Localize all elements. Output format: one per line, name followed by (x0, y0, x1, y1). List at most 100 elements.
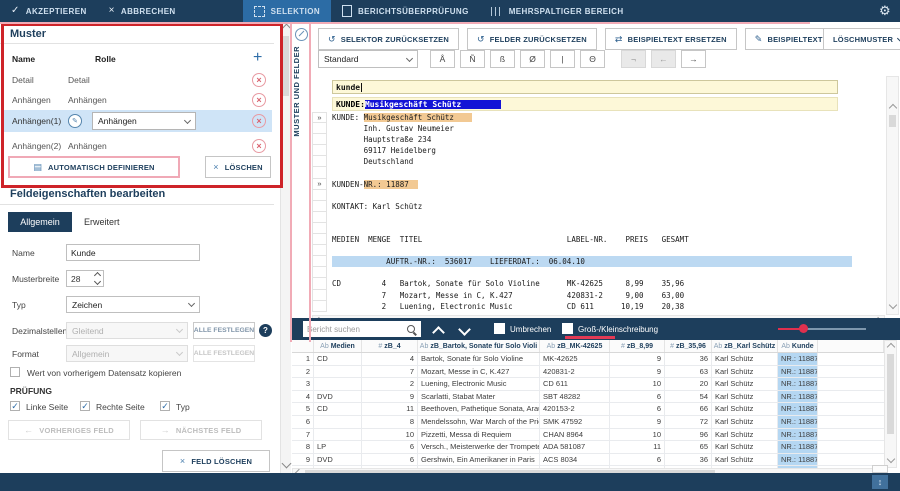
gutter-cell[interactable]: » (312, 179, 327, 190)
tab-allgemein[interactable]: Allgemein (8, 212, 72, 232)
table-cell-titel[interactable]: Gershwin, Ein Amerikaner in Paris (418, 454, 540, 466)
table-cell-titel[interactable]: Beethoven, Pathetique Sonata, Arau (418, 403, 540, 415)
table-cell-kunde[interactable]: NR.: 11887 (778, 454, 818, 466)
zoom-slider-handle[interactable] (799, 324, 808, 333)
table-cell-num[interactable]: 9 (292, 454, 314, 466)
table-cell-label_nr[interactable]: 420153-2 (540, 403, 610, 415)
gutter-cell[interactable] (312, 145, 327, 156)
table-cell-preis[interactable]: 10 (610, 378, 665, 390)
scrollbar-thumb[interactable] (889, 115, 896, 127)
table-row[interactable]: 8LP6Versch., Meisterwerke der TrompeteAD… (292, 441, 884, 454)
table-cell-gesamt[interactable]: 20 (665, 378, 712, 390)
table-cell-medien[interactable]: DVD (314, 391, 362, 403)
table-cell-menge[interactable]: 2 (362, 378, 418, 390)
table-cell-menge[interactable]: 6 (362, 454, 418, 466)
copy-previous-checkbox[interactable] (10, 367, 20, 377)
gutter-cell[interactable] (312, 190, 327, 201)
table-cell-label_nr[interactable]: 420831-2 (540, 366, 610, 378)
remove-muster-icon[interactable]: × (252, 114, 266, 128)
table-cell-kontakt[interactable]: Karl Schütz (712, 416, 778, 428)
table-cell-num[interactable]: 1 (292, 353, 314, 365)
table-cell-gesamt[interactable]: 54 (665, 391, 712, 403)
set-all-dezimal-button[interactable]: ALLE FESTLEGEN (193, 322, 255, 339)
gutter-cell[interactable] (312, 278, 327, 289)
table-cell-menge[interactable]: 9 (362, 391, 418, 403)
table-cell-kunde[interactable]: NR.: 11887 (778, 391, 818, 403)
table-column-header[interactable]: AbMedien (314, 340, 362, 352)
table-cell-label_nr[interactable]: MK-42625 (540, 353, 610, 365)
table-cell-titel[interactable]: Mozart, Messe in C, K.427 (418, 366, 540, 378)
table-cell-gesamt[interactable]: 63 (665, 366, 712, 378)
scroll-up-icon[interactable] (889, 104, 897, 112)
table-row[interactable]: 32Luening, Electronic MusicCD 6111020Kar… (292, 378, 884, 391)
table-column-header[interactable]: AbKunde (778, 340, 818, 352)
table-cell-kontakt[interactable]: Karl Schütz (712, 378, 778, 390)
gutter-cell[interactable] (312, 301, 327, 312)
scroll-down-icon[interactable] (282, 459, 292, 469)
table-cell-menge[interactable]: 7 (362, 366, 418, 378)
table-cell-label_nr[interactable]: CD 611 (540, 378, 610, 390)
gear-icon[interactable]: ⚙ (879, 3, 891, 19)
remove-muster-icon[interactable]: × (252, 93, 266, 107)
table-cell-preis[interactable]: 6 (610, 403, 665, 415)
table-cell-medien[interactable] (314, 378, 362, 390)
table-cell-gesamt[interactable]: 36 (665, 454, 712, 466)
table-cell-medien[interactable] (314, 366, 362, 378)
table-column-header[interactable]: #zB_35,96 (665, 340, 712, 352)
editor-toolbar-button[interactable]: ↺SELEKTOR ZURÜCKSETZEN (318, 28, 459, 50)
gutter-cell[interactable] (312, 234, 327, 245)
gutter-cell[interactable] (312, 134, 327, 145)
table-cell-gesamt[interactable]: 66 (665, 403, 712, 415)
table-cell-label_nr[interactable]: SMK 47592 (540, 416, 610, 428)
gutter-cell[interactable] (312, 256, 327, 267)
gutter-cell[interactable] (312, 156, 327, 167)
help-icon[interactable]: ? (259, 324, 272, 337)
table-row[interactable]: 68Mendelssohn, War March of the PriestsS… (292, 416, 884, 429)
document-text[interactable]: KUNDE: Musikgeschäft Schütz Inh. Gustav … (332, 112, 852, 312)
scroll-up-icon[interactable] (887, 343, 895, 351)
accept-button[interactable]: ✓ AKZEPTIEREN (0, 0, 98, 22)
gutter-cell[interactable] (312, 167, 327, 178)
table-cell-titel[interactable]: Bartok, Sonate für Solo Violine (418, 353, 540, 365)
table-column-header[interactable]: AbzB_Bartok, Sonate für Solo Violi (418, 340, 540, 352)
table-cell-kunde[interactable]: NR.: 11887 (778, 441, 818, 453)
table-row[interactable]: 4DVD9Scarlatti, Stabat MaterSBT 48282654… (292, 391, 884, 404)
table-cell-kunde[interactable]: NR.: 11887 (778, 366, 818, 378)
document-vertical-scrollbar[interactable] (886, 76, 899, 315)
gutter-cell[interactable] (312, 290, 327, 301)
muster-role-select[interactable]: Anhängen (92, 112, 196, 130)
gross-klein-checkbox[interactable] (562, 323, 573, 334)
delete-muster-button[interactable]: × LÖSCHEN (205, 156, 271, 178)
muster-row[interactable]: DetailDetail× (4, 70, 272, 90)
editor-toolbar-button[interactable]: ↺FELDER ZURÜCKSETZEN (467, 28, 597, 50)
table-column-header[interactable]: #zB_4 (362, 340, 418, 352)
gutter-cell[interactable] (312, 223, 327, 234)
table-cell-kunde[interactable]: NR.: 11887 (778, 429, 818, 441)
table-cell-menge[interactable]: 4 (362, 353, 418, 365)
scrollbar-corner-button[interactable] (872, 465, 888, 473)
typ-select[interactable]: Zeichen (66, 296, 200, 313)
table-cell-label_nr[interactable]: CHAN 8964 (540, 429, 610, 441)
gutter-cell[interactable] (312, 123, 327, 134)
table-cell-label_nr[interactable]: ADA 581087 (540, 441, 610, 453)
rechte-seite-checkbox[interactable]: ✓ (80, 401, 90, 411)
char-class-button[interactable]: | (550, 50, 575, 68)
table-cell-medien[interactable] (314, 416, 362, 428)
table-cell-preis[interactable]: 11 (610, 441, 665, 453)
musterbreite-stepper[interactable]: 28 (66, 270, 104, 287)
selector-result-row[interactable]: KUNDE: Musikgeschäft Schütz (332, 97, 838, 111)
table-cell-titel[interactable]: Scarlatti, Stabat Mater (418, 391, 540, 403)
table-cell-num[interactable]: 6 (292, 416, 314, 428)
table-cell-preis[interactable]: 9 (610, 416, 665, 428)
table-cell-menge[interactable]: 6 (362, 441, 418, 453)
table-cell-kontakt[interactable]: Karl Schütz (712, 429, 778, 441)
table-cell-medien[interactable] (314, 429, 362, 441)
gutter-cell[interactable] (312, 212, 327, 223)
muster-row[interactable]: Anhängen(1)✎Anhängen× (4, 110, 272, 132)
table-cell-menge[interactable]: 10 (362, 429, 418, 441)
table-cell-gesamt[interactable]: 96 (665, 429, 712, 441)
auto-define-button[interactable]: ▤ AUTOMATISCH DEFINIEREN (8, 156, 180, 178)
table-cell-titel[interactable]: Versch., Meisterwerke der Trompete (418, 441, 540, 453)
loeschmuster-button[interactable]: LÖSCHMUSTER (823, 28, 900, 50)
table-row[interactable]: 27Mozart, Messe in C, K.427420831-2963Ka… (292, 366, 884, 379)
